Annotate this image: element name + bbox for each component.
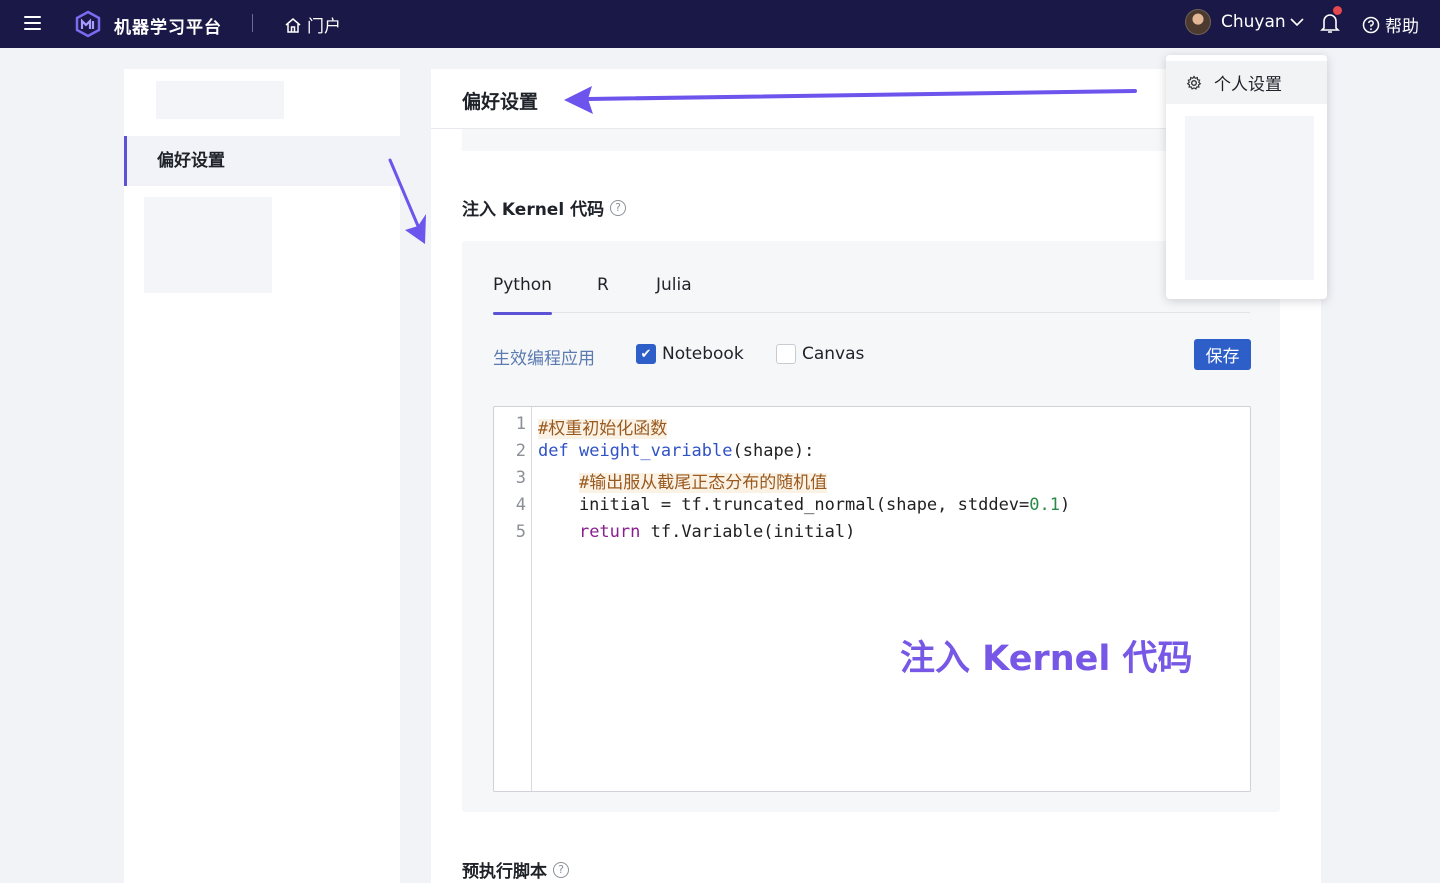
canvas-checkbox[interactable]: Canvas	[776, 344, 864, 364]
line-number: 3	[515, 468, 526, 488]
code-line: def weight_variable(shape):	[538, 441, 815, 461]
pre-exec-section-title: 预执行脚本	[462, 862, 547, 882]
line-number: 5	[515, 522, 526, 542]
apply-apps-label: 生效编程应用	[493, 349, 595, 369]
kernel-section-heading: 注入 Kernel 代码 ?	[462, 195, 627, 220]
tab-julia[interactable]: Julia	[656, 275, 692, 313]
kernel-section-title: 注入 Kernel 代码	[462, 200, 605, 220]
tab-r[interactable]: R	[597, 275, 609, 313]
hamburger-menu-icon[interactable]	[24, 16, 41, 30]
language-tabs: Python R Julia	[493, 275, 1250, 315]
checkbox-checked-icon[interactable]: ✔	[636, 344, 656, 364]
help-circle-icon	[1362, 16, 1380, 33]
menu-item-personal-settings[interactable]: 个人设置	[1166, 61, 1327, 104]
code-line: #输出服从截尾正态分布的随机值	[578, 473, 828, 493]
kernel-annotation-text: 注入 Kernel 代码	[900, 639, 1193, 679]
portal-link[interactable]: 门户	[284, 12, 341, 37]
line-number: 4	[515, 495, 526, 515]
help-label: 帮助	[1385, 17, 1419, 37]
question-circle-icon[interactable]: ?	[553, 861, 569, 878]
page-title: 偏好设置	[462, 91, 539, 113]
settings-sidebar: 偏好设置	[124, 69, 400, 883]
sidebar-placeholder-block	[144, 197, 272, 293]
canvas-label: Canvas	[802, 344, 865, 364]
top-bar: 机器学习平台 门户 Chuyan 帮助	[0, 0, 1440, 48]
tab-python[interactable]: Python	[493, 275, 552, 315]
gear-icon	[1186, 74, 1202, 90]
content-placeholder-strip	[462, 129, 1282, 151]
user-menu-trigger[interactable]: Chuyan	[1185, 9, 1304, 35]
arrow-head-content-icon	[405, 214, 426, 244]
code-editor[interactable]: 1 2 3 4 5 #权重初始化函数 def weight_variable(s…	[493, 406, 1251, 792]
menu-item-label: 个人设置	[1214, 75, 1282, 95]
platform-logo-icon	[75, 10, 101, 38]
help-link[interactable]: 帮助	[1362, 12, 1419, 37]
avatar	[1185, 9, 1211, 35]
notification-dot	[1333, 6, 1342, 15]
line-number-gutter: 1 2 3 4 5	[494, 407, 532, 791]
sidebar-item-preferences[interactable]: 偏好设置	[124, 136, 400, 186]
chevron-down-icon	[1290, 18, 1304, 27]
pre-exec-section-heading: 预执行脚本 ?	[462, 857, 569, 882]
header-divider	[252, 14, 253, 32]
portal-label: 门户	[307, 17, 341, 37]
line-number: 1	[515, 414, 526, 434]
code-line: return tf.Variable(initial)	[578, 522, 856, 542]
dropdown-placeholder	[1185, 116, 1314, 280]
bell-icon[interactable]	[1320, 12, 1340, 34]
notebook-label: Notebook	[662, 344, 744, 364]
user-dropdown-menu: 个人设置	[1166, 55, 1327, 299]
kernel-code-card: Python R Julia 生效编程应用 ✔ Notebook Canvas …	[462, 241, 1280, 812]
code-line: #权重初始化函数	[538, 419, 668, 439]
checkbox-unchecked-icon[interactable]	[776, 344, 796, 364]
brand-name: 机器学习平台	[114, 18, 222, 38]
notebook-checkbox[interactable]: ✔ Notebook	[636, 344, 744, 364]
sidebar-placeholder-top	[156, 81, 284, 119]
username: Chuyan	[1221, 12, 1286, 32]
line-number: 2	[515, 441, 526, 461]
home-icon	[285, 17, 301, 33]
question-circle-icon[interactable]: ?	[610, 199, 627, 216]
save-button[interactable]: 保存	[1194, 339, 1251, 370]
code-line: initial = tf.truncated_normal(shape, std…	[538, 495, 1071, 515]
